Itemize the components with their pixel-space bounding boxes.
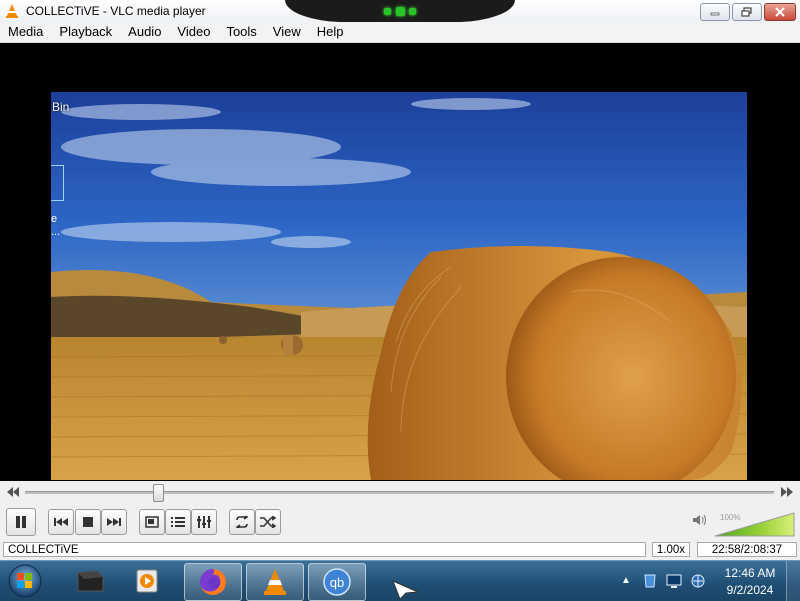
speaker-icon[interactable] [692,513,708,527]
desktop-icon-ghost [51,165,64,201]
vlc-icon [264,569,286,595]
led-indicator [395,6,405,16]
menu-view[interactable]: View [265,22,309,42]
extended-settings-button[interactable] [191,509,217,535]
seek-handle[interactable] [152,484,164,502]
menu-media[interactable]: Media [0,22,51,42]
pause-icon [16,516,26,528]
led-indicator [409,7,416,15]
taskbar-app-1[interactable] [62,563,118,599]
led-indicator [384,7,391,15]
fullscreen-icon [145,516,159,528]
previous-button[interactable] [48,509,74,535]
forward-small-icon[interactable] [780,486,794,498]
taskbar-app-2[interactable] [120,563,176,599]
time-display[interactable]: 22:58/2:08:37 [697,542,797,557]
minimize-icon [710,12,720,16]
taskbar-firefox[interactable] [184,563,242,601]
qbittorrent-icon: qb [323,568,351,596]
stop-button[interactable] [75,509,101,535]
restore-icon [741,7,752,17]
video-area[interactable] [0,43,800,480]
window-controls [700,3,796,21]
shuffle-icon [260,516,276,528]
status-bar: COLLECTiVE 1.00x 22:58/2:08:37 [0,540,800,560]
pause-button[interactable] [6,508,36,536]
tray-expand-icon[interactable]: ▲ [621,575,631,586]
firefox-icon [200,569,226,595]
media-device-icon [77,570,104,592]
seek-row [0,481,800,503]
playback-speed[interactable]: 1.00x [652,542,690,557]
clock-time[interactable]: 12:46 AM [724,566,776,580]
system-tray: ▲ 12:46 AM 9/2/2024 [618,561,800,601]
controls-bar: 100% [0,503,800,541]
rewind-small-icon[interactable] [6,486,20,498]
menu-tools[interactable]: Tools [218,22,264,42]
title-bar: COLLECTiVE - VLC media player [0,0,800,23]
stop-icon [83,517,93,527]
maximize-button[interactable] [732,3,762,21]
network-icon[interactable] [690,573,706,589]
window-title: COLLECTiVE - VLC media player [26,4,206,18]
taskbar-qbittorrent[interactable]: qb [308,563,366,601]
taskbar-vlc[interactable] [246,563,304,601]
mouse-cursor [392,580,419,600]
video-frame[interactable] [51,92,747,480]
clock-date[interactable]: 9/2/2024 [724,583,776,597]
menu-help[interactable]: Help [309,22,352,42]
close-button[interactable] [764,3,796,21]
media-player-icon [136,569,158,593]
fullscreen-button[interactable] [139,509,165,535]
playlist-button[interactable] [165,509,191,535]
qbittorrent-label: qb [330,575,344,590]
minimize-button[interactable] [700,3,730,21]
start-button[interactable] [6,563,44,599]
loop-button[interactable] [229,509,255,535]
menu-audio[interactable]: Audio [120,22,169,42]
shuffle-button[interactable] [255,509,281,535]
seek-bar[interactable] [25,491,774,494]
monitor-icon[interactable] [666,573,682,589]
menu-video[interactable]: Video [169,22,218,42]
title-left: COLLECTiVE - VLC media player [4,3,206,19]
tray-app-icon[interactable] [642,573,658,589]
loop-icon [235,516,249,528]
next-icon [107,518,121,526]
desktop-ghost-text: e ... [51,213,60,239]
menu-bar: Media Playback Audio Video Tools View He… [0,22,800,43]
equalizer-icon [197,516,211,528]
volume-slider[interactable] [714,512,796,538]
menu-playback[interactable]: Playback [51,22,120,42]
previous-icon [54,518,68,526]
status-media-name: COLLECTiVE [3,542,646,557]
close-icon [775,7,785,17]
show-desktop-button[interactable] [786,561,800,601]
playlist-icon [171,517,185,527]
notch-leds [384,6,416,16]
next-button[interactable] [101,509,127,535]
desktop-ghost-line-1: e [51,213,58,225]
desktop-ghost-line-2: ... [51,226,61,238]
desktop-bin-label: Bin [52,100,70,114]
vlc-cone-icon [6,4,18,18]
